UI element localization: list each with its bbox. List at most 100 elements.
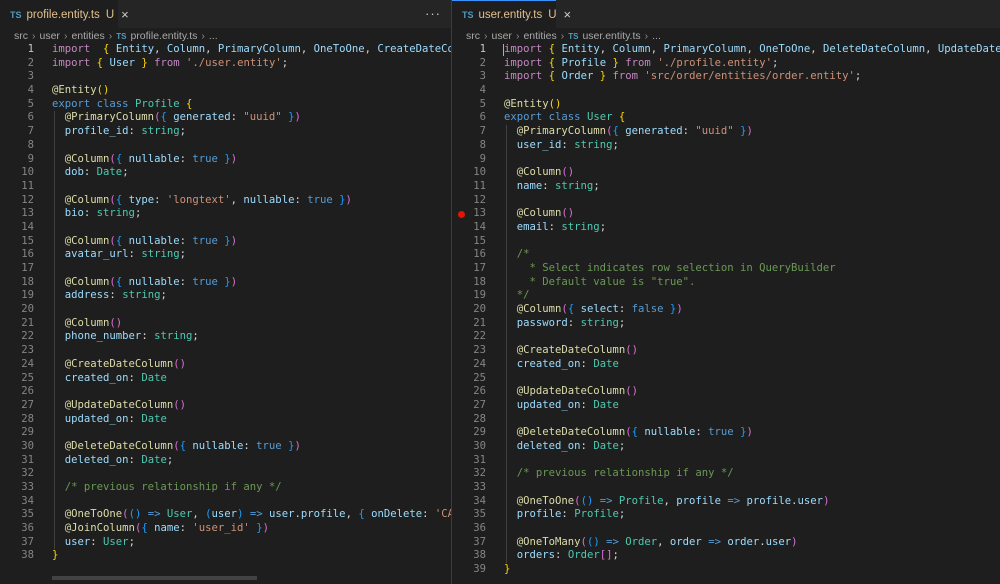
code-line[interactable]: 10 dob: Date; [0, 166, 451, 180]
code-line[interactable]: 15 [452, 234, 1000, 249]
code-line[interactable]: 5 export class Profile { [0, 98, 451, 112]
code-line[interactable]: 6 @PrimaryColumn({ generated: "uuid" }) [0, 111, 451, 126]
code-line[interactable]: 5 @Entity() [452, 98, 1000, 112]
close-icon[interactable]: × [564, 7, 572, 22]
breadcrumb-item[interactable]: ... [209, 30, 218, 42]
code-line[interactable]: 24 created_on: Date [452, 357, 1000, 372]
code-line[interactable]: 30 @DeleteDateColumn({ nullable: true }) [0, 439, 451, 454]
code-line[interactable]: 37 @OneToMany(() => Order, order => orde… [452, 535, 1000, 550]
code-line[interactable]: 4 @Entity() [0, 84, 451, 98]
code-line[interactable]: 30 deleted_on: Date; [452, 439, 1000, 454]
tab-user-entity[interactable]: TS user.entity.ts U × [452, 0, 571, 28]
code-line[interactable]: 29 @DeleteDateColumn({ nullable: true }) [452, 426, 1000, 440]
code-line[interactable]: 36 @JoinColumn({ name: 'user_id' }) [0, 522, 451, 536]
code-line[interactable]: 35 profile: Profile; [452, 508, 1000, 523]
code-line[interactable]: 22 phone_number: string; [0, 330, 451, 345]
code-line[interactable]: 19 address: string; [0, 289, 451, 304]
code-line[interactable]: 2 import { User } from './user.entity'; [0, 57, 451, 71]
breadcrumb-item[interactable]: entities [523, 30, 556, 42]
code-line[interactable]: 34 @OneToOne(() => Profile, profile => p… [452, 494, 1000, 509]
code-line[interactable]: 26 @UpdateDateColumn() [452, 385, 1000, 399]
code-line[interactable]: 37 user: User; [0, 535, 451, 550]
code-line[interactable]: 23 @CreateDateColumn() [452, 344, 1000, 358]
code-line[interactable]: 9 @Column({ nullable: true }) [0, 152, 451, 167]
code-line[interactable]: 21 @Column() [0, 316, 451, 331]
code-line[interactable]: 12 @Column({ type: 'longtext', nullable:… [0, 193, 451, 208]
code-line[interactable]: 14 email: string; [452, 220, 1000, 235]
horizontal-scrollbar[interactable] [52, 576, 257, 580]
code-line[interactable]: 36 [452, 522, 1000, 536]
breadcrumb-item[interactable]: ... [652, 30, 661, 42]
more-actions-icon[interactable]: ··· [425, 6, 441, 21]
code-line[interactable]: 4 [452, 84, 1000, 98]
code-line[interactable]: 32 /* previous relationship if any */ [452, 467, 1000, 481]
code-line[interactable]: 24 @CreateDateColumn() [0, 357, 451, 372]
code-line[interactable]: 31 deleted_on: Date; [0, 453, 451, 468]
code-line[interactable]: 35 @OneToOne(() => User, (user) => user.… [0, 508, 451, 523]
line-number: 10 [473, 166, 486, 179]
code-line[interactable]: 27 updated_on: Date [452, 398, 1000, 413]
code-line[interactable]: 18 @Column({ nullable: true }) [0, 275, 451, 290]
breadcrumb-item[interactable]: src [466, 30, 480, 42]
code-line[interactable]: 29 [0, 426, 451, 440]
code-line[interactable]: 1 import { Entity, Column, PrimaryColumn,… [0, 43, 451, 57]
code-line[interactable]: 18 * Default value is "true". [452, 275, 1000, 290]
line-number: 4 [27, 84, 34, 97]
code-line[interactable]: 13 bio: string; [0, 207, 451, 221]
code-line[interactable]: 28 updated_on: Date [0, 412, 451, 427]
code-line[interactable]: 11 [0, 179, 451, 194]
code-line[interactable]: 3 [0, 70, 451, 84]
code-line[interactable]: 13 @Column() [452, 207, 1000, 221]
code-line[interactable]: 26 [0, 385, 451, 399]
code-line[interactable]: 17 * Select indicates row selection in Q… [452, 262, 1000, 276]
code-line[interactable]: 8 user_id: string; [452, 138, 1000, 153]
breadcrumb-item[interactable]: user [40, 30, 60, 42]
code-line[interactable]: 17 [0, 262, 451, 276]
code-line[interactable]: 28 [452, 412, 1000, 427]
code-line[interactable]: 33 /* previous relationship if any */ [0, 481, 451, 495]
code-line[interactable]: 39} [452, 563, 1000, 577]
code-line[interactable]: 10 @Column() [452, 166, 1000, 180]
code-line[interactable]: 8 [0, 138, 451, 153]
code-line[interactable]: 1 import { Entity, Column, PrimaryColumn,… [452, 43, 1000, 57]
code-editor[interactable]: 1 import { Entity, Column, PrimaryColumn,… [452, 43, 1000, 577]
breadcrumb-item[interactable]: profile.entity.ts [130, 30, 197, 42]
code-line[interactable]: 9 [452, 152, 1000, 167]
code-line[interactable]: 14 [0, 220, 451, 235]
code-line[interactable]: 31 [452, 453, 1000, 468]
code-line[interactable]: 21 password: string; [452, 316, 1000, 331]
breadcrumb-item[interactable]: entities [71, 30, 104, 42]
code-line[interactable]: 7 @PrimaryColumn({ generated: "uuid" }) [452, 125, 1000, 139]
code-line[interactable]: 11 name: string; [452, 179, 1000, 194]
code-line[interactable]: 12 [452, 193, 1000, 208]
code-editor[interactable]: 1 import { Entity, Column, PrimaryColumn,… [0, 43, 451, 563]
code-line[interactable]: 34 [0, 494, 451, 509]
code-line[interactable]: 7 profile_id: string; [0, 125, 451, 139]
code-line[interactable]: 20 @Column({ select: false }) [452, 303, 1000, 317]
code-line[interactable]: 32 [0, 467, 451, 481]
code-line[interactable]: 38 orders: Order[]; [452, 549, 1000, 564]
code-line[interactable]: 3 import { Order } from 'src/order/entiti… [452, 70, 1000, 84]
code-line[interactable]: 19 */ [452, 289, 1000, 304]
code-line[interactable]: 22 [452, 330, 1000, 345]
right-editor-pane[interactable]: TS user.entity.ts U × src › user › entit… [452, 0, 1000, 584]
close-icon[interactable]: × [121, 7, 129, 22]
code-line[interactable]: 16 avatar_url: string; [0, 248, 451, 262]
code-line[interactable]: 25 [452, 371, 1000, 386]
code-line[interactable]: 15 @Column({ nullable: true }) [0, 234, 451, 249]
code-line[interactable]: 20 [0, 303, 451, 317]
breadcrumb-item[interactable]: user.entity.ts [582, 30, 640, 42]
breadcrumb-item[interactable]: src [14, 30, 28, 42]
breakpoint-icon[interactable] [458, 210, 465, 218]
tab-profile-entity[interactable]: TS profile.entity.ts U × [0, 0, 129, 28]
code-line[interactable]: 25 created_on: Date [0, 371, 451, 386]
code-line[interactable]: 27 @UpdateDateColumn() [0, 398, 451, 413]
code-line[interactable]: 38} [0, 549, 451, 563]
code-line[interactable]: 6 export class User { [452, 111, 1000, 125]
code-line[interactable]: 16 /* [452, 248, 1000, 262]
breadcrumb-item[interactable]: user [492, 30, 512, 42]
code-line[interactable]: 2 import { Profile } from './profile.enti… [452, 57, 1000, 71]
code-line[interactable]: 23 [0, 344, 451, 358]
code-line[interactable]: 33 [452, 481, 1000, 495]
left-editor-pane[interactable]: TS profile.entity.ts U × ··· src › user … [0, 0, 451, 584]
